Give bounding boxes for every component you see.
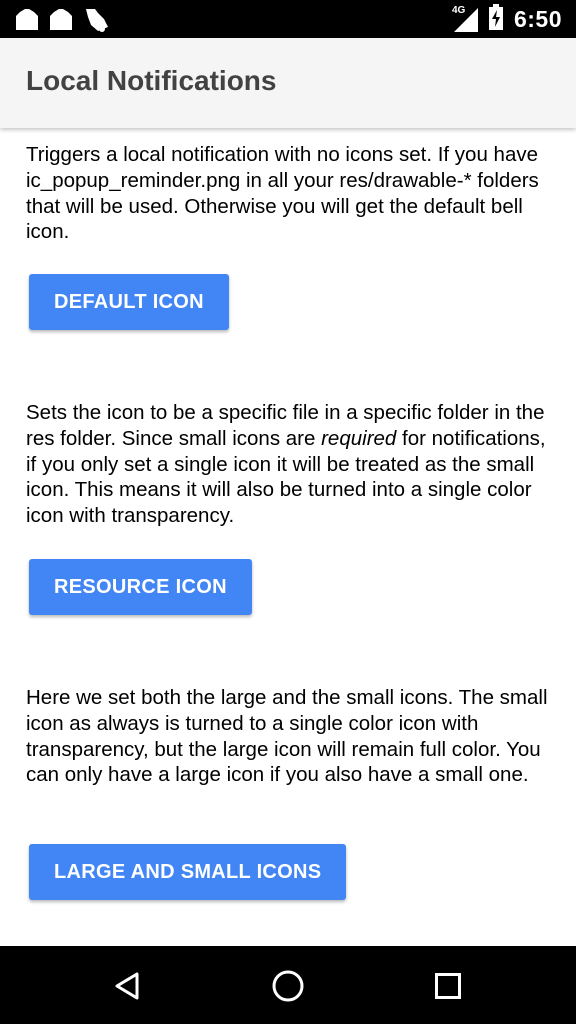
section-description-resource: Sets the icon to be a specific file in a… [26, 400, 556, 529]
section-description-large-small: Here we set both the large and the small… [26, 686, 548, 787]
section-description-default: Triggers a local notification with no ic… [26, 143, 539, 244]
resource-description-emphasis: required [321, 426, 397, 450]
status-bar-time: 6:50 [513, 5, 562, 32]
signal-icon: 4G [452, 5, 478, 32]
status-bar: 4G 6:50 [0, 0, 576, 38]
page-title: Local Notifications [26, 65, 277, 96]
screen: 4G 6:50 Local Notifications Triggers a l… [0, 0, 576, 1024]
resource-icon-button[interactable]: RESOURCE ICON [29, 559, 252, 615]
notification-icon [14, 8, 40, 32]
recents-icon[interactable] [428, 966, 468, 1006]
content-scroll-area[interactable]: Triggers a local notification with no ic… [0, 128, 576, 946]
default-icon-button[interactable]: DEFAULT ICON [29, 274, 229, 330]
battery-icon [488, 3, 504, 35]
home-icon[interactable] [268, 966, 308, 1006]
app-bar: Local Notifications [0, 38, 576, 128]
status-bar-system: 4G 6:50 [452, 0, 562, 38]
navigation-bar [0, 946, 576, 1024]
notification-icon [48, 8, 74, 32]
status-bar-notifications [14, 7, 110, 33]
bell-icon [82, 7, 110, 33]
large-and-small-icons-button[interactable]: LARGE AND SMALL ICONS [29, 844, 347, 900]
back-icon[interactable] [108, 966, 148, 1006]
